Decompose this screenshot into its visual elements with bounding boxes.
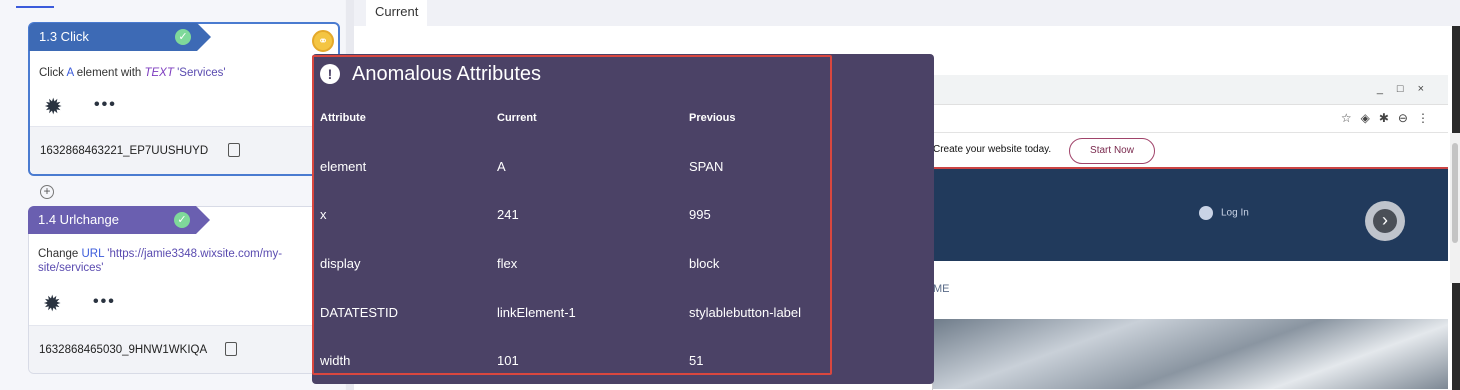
step-title: 1.3 Click xyxy=(39,29,89,44)
attribute-current: linkElement-1 xyxy=(497,305,576,320)
desc-action: Click xyxy=(39,67,64,79)
login-label: Log In xyxy=(1221,207,1249,219)
step-description: Click A element with TEXT 'Services' xyxy=(39,66,226,80)
attribute-name: width xyxy=(320,353,351,368)
desc-keyword: URL xyxy=(81,248,105,260)
more-dots-icon[interactable]: ••• xyxy=(93,293,116,311)
login-link: Log In xyxy=(1199,206,1249,220)
attribute-name: element xyxy=(320,159,367,174)
start-now-button: Start Now xyxy=(1069,138,1155,164)
step-title-pill: 1.4 Urlchange ✓ xyxy=(28,206,210,234)
attribute-previous: SPAN xyxy=(689,159,724,174)
check-circle-icon: ✓ xyxy=(175,29,191,45)
browser-scrollbar xyxy=(1450,133,1460,283)
attribute-previous: block xyxy=(689,256,720,271)
hero-image xyxy=(933,319,1448,389)
promo-text: Create your website today. xyxy=(933,144,1052,155)
step-card-urlchange[interactable]: 1.4 Urlchange ✓ Change URL 'https://jami… xyxy=(28,206,340,374)
top-tab-underline xyxy=(16,6,54,8)
browser-titlebar: _□× xyxy=(933,75,1448,105)
check-circle-icon: ✓ xyxy=(174,212,190,228)
browser-toolbar-icons: ☆◈✱⊖⋮ xyxy=(1340,111,1438,125)
attribute-current: 101 xyxy=(497,353,519,368)
attribute-previous: 995 xyxy=(689,207,711,222)
site-nav: ME xyxy=(933,261,1448,319)
desc-value: 'Services' xyxy=(177,67,226,79)
column-header-previous: Previous xyxy=(689,112,736,124)
link-warning-icon[interactable]: ⚭ xyxy=(312,30,334,52)
popup-title-text: Anomalous Attributes xyxy=(352,63,541,85)
exclamation-circle-icon: ! xyxy=(320,64,340,84)
browser-addressbar: ☆◈✱⊖⋮ xyxy=(933,105,1448,133)
step-description: Change URL 'https://jamie3348.wixsite.co… xyxy=(38,247,328,275)
popup-title: ! Anomalous Attributes xyxy=(320,62,541,86)
attribute-previous: stylablebutton-label xyxy=(689,305,802,320)
gear-icon[interactable]: ✹ xyxy=(44,94,62,120)
window-controls-icon: _□× xyxy=(1376,83,1438,95)
step-id: 1632868465030_9HNW1WKIQA xyxy=(39,344,208,356)
step-card-click[interactable]: 1.3 Click ✓ ⚭ Click A element with TEXT … xyxy=(28,22,340,176)
step-title: 1.4 Urlchange xyxy=(38,212,119,227)
step-id-row: 1632868463221_EP7UUSHUYD xyxy=(30,126,338,174)
attribute-current: 241 xyxy=(497,207,519,222)
attribute-name: x xyxy=(320,207,327,222)
arrow-right-icon xyxy=(1365,201,1405,241)
nav-item: ME xyxy=(933,283,950,295)
attribute-name: display xyxy=(320,256,361,271)
desc-action: Change xyxy=(38,248,79,260)
attribute-current: A xyxy=(497,159,506,174)
attribute-name: DATATESTID xyxy=(320,305,398,320)
step-id: 1632868463221_EP7UUSHUYD xyxy=(40,145,209,157)
promo-banner: Create your website today. Start Now xyxy=(933,133,1448,169)
tab-current[interactable]: Current xyxy=(366,0,428,26)
copy-icon[interactable] xyxy=(228,143,240,157)
copy-icon[interactable] xyxy=(225,342,237,356)
plus-circle-icon[interactable]: + xyxy=(40,185,54,199)
steps-panel: 1.3 Click ✓ ⚭ Click A element with TEXT … xyxy=(0,0,345,390)
site-header: Log In xyxy=(933,169,1448,261)
column-header-current: Current xyxy=(497,112,537,124)
anomalous-attributes-popup: ! Anomalous Attributes Attribute Current … xyxy=(312,54,934,384)
more-dots-icon[interactable]: ••• xyxy=(94,96,117,114)
step-title-pill: 1.3 Click ✓ xyxy=(29,23,211,51)
attribute-previous: 51 xyxy=(689,353,704,368)
user-icon xyxy=(1199,206,1213,220)
desc-text: element with xyxy=(73,67,145,79)
highlight-frame xyxy=(312,55,832,375)
gear-icon[interactable]: ✹ xyxy=(43,291,61,317)
column-header-attribute: Attribute xyxy=(320,112,366,124)
desc-keyword: A xyxy=(66,67,74,79)
step-id-row: 1632868465030_9HNW1WKIQA xyxy=(29,325,339,373)
attribute-current: flex xyxy=(497,256,518,271)
desc-tag: TEXT xyxy=(144,67,174,79)
view-tabbar: Current xyxy=(354,0,1460,26)
captured-browser-screenshot: _□× ☆◈✱⊖⋮ Create your website today. Sta… xyxy=(932,75,1460,390)
